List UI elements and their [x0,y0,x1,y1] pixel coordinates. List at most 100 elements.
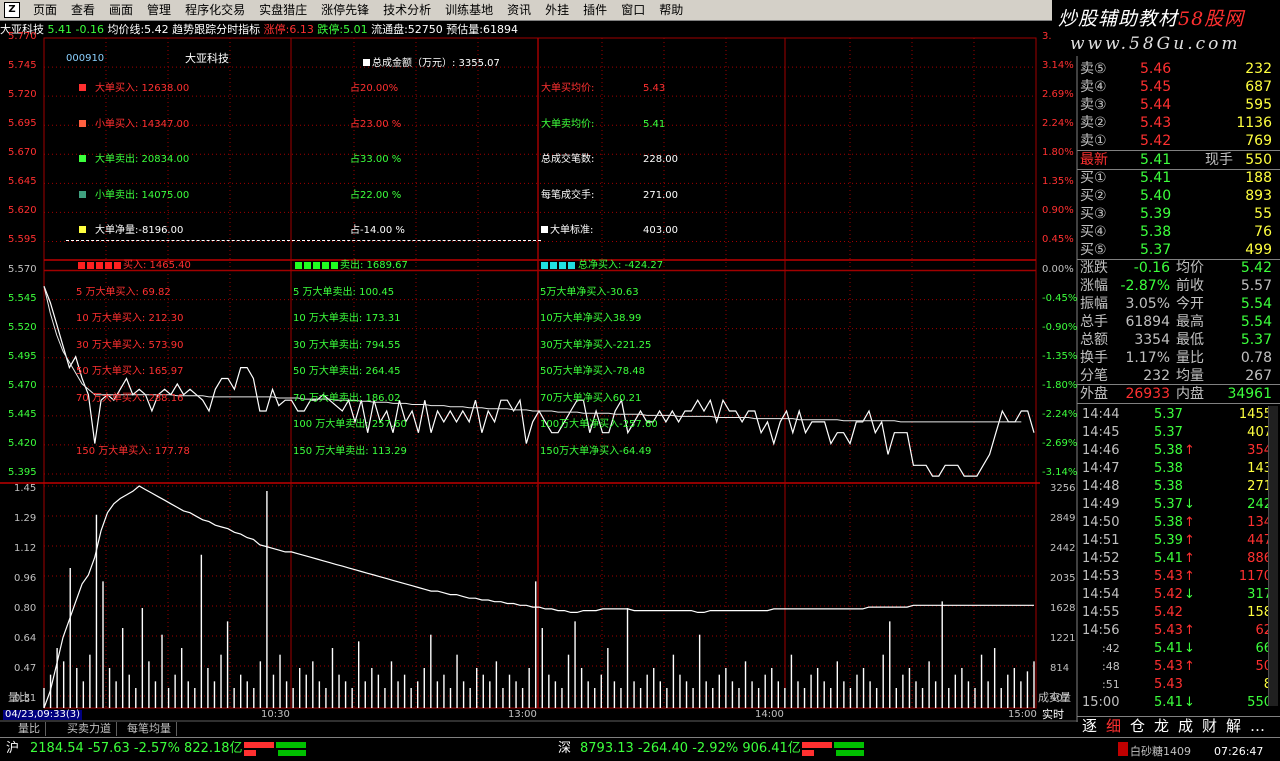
volume-tick: 2849 [1050,513,1076,524]
stat-value: 3.05% [1125,296,1170,312]
tick-price: 5.38 [1154,443,1183,458]
tick-time: 15:00 [1082,695,1120,710]
bid-row-price: 5.40 [1140,188,1172,204]
overlay-total-amount: 总成金额（万元）: 3355.07 [363,58,500,70]
quote-tab[interactable]: 细 [1106,718,1121,735]
big-sell-row: 70 万大单卖出: 186.02 [293,393,401,404]
tick-price: 5.37 [1154,407,1183,422]
pct-tick: 1.80% [1042,147,1074,159]
stat-label: 分笔 [1080,368,1108,384]
overlay-pct: 占33.00 % [350,154,402,165]
big-net-row: 5万大单净买入-30.63 [540,287,639,298]
tick-time: 14:49 [1082,497,1120,512]
tick-arrow: ↓ [1184,587,1195,602]
bid-row-label: 买④ [1080,224,1107,240]
stat-value: 1.17% [1125,350,1170,366]
sh-index-value[interactable]: 2184.54 -57.63 -2.57% 822.18亿 [30,741,243,757]
tick-arrow: ↑ [1184,551,1195,566]
tab-buy-sell-force[interactable]: 买卖力道 [62,722,117,736]
tab-volume-ratio[interactable]: 量比 [13,722,46,736]
stat-value: 61894 [1125,314,1170,330]
avg-price-line [43,286,1022,423]
bid-row-price: 5.38 [1140,224,1172,240]
overlay-pct: 占23.00 % [350,118,402,130]
ticker-scroll: 白砂糖1409 [1130,745,1191,758]
big-sell-row: 30 万大单卖出: 794.55 [293,340,401,351]
pct-tick: 2.24% [1042,118,1074,130]
last-vol-label: 现手 [1205,152,1233,168]
last-volume: 550 [1245,152,1272,168]
big-sell-row: 100 万大单卖出: 257.60 [293,419,407,430]
buy-total: 买入: 1465.40 [123,260,191,271]
quote-tab[interactable]: 逐 [1082,718,1097,735]
bid-row-label: 买③ [1080,206,1107,222]
ask-row-label: 卖② [1080,115,1107,131]
sz-index-value[interactable]: 8793.13 -264.40 -2.92% 906.41亿 [580,741,801,757]
quote-tab[interactable]: … [1250,718,1265,735]
quote-tab[interactable]: 仓 [1130,718,1145,735]
volume-tick: 1221 [1050,633,1076,644]
price-tick: 5.620 [8,205,37,217]
big-buy-row: 70 万大单买入: 288.16 [76,393,184,404]
price-tick: 5.420 [8,437,37,449]
overlay-separator [66,240,541,241]
stat-label2: 最高 [1176,314,1204,330]
big-sell-row: 5 万大单卖出: 100.45 [293,287,395,298]
ratio-tick: 1.29 [14,513,37,524]
sell-total: 卖出: 1689.67 [340,260,408,271]
last-price: 5.41 [1140,152,1172,168]
alert-icon[interactable] [1118,742,1128,756]
stat-label2: 均价 [1176,260,1204,276]
stat-value2: 5.54 [1240,314,1272,330]
big-buy-row: 50 万大单买入: 165.97 [76,366,184,377]
ask-row-volume: 232 [1245,61,1272,77]
stat-label2: 均量 [1176,368,1204,384]
legend-square [79,84,86,91]
tick-time: 14:54 [1082,587,1120,602]
stat-value2: 267 [1245,368,1272,384]
intraday-chart[interactable] [0,0,1078,722]
legend-square [79,226,86,233]
stat-label2: 最低 [1176,332,1204,348]
quote-tab[interactable]: 财 [1202,718,1217,735]
tick-time: 14:46 [1082,443,1120,458]
price-tick: 5.470 [8,379,37,391]
big-buy-row: 30 万大单买入: 573.90 [76,340,184,351]
overlay-right-value: 228.00 [643,154,678,165]
stat-value2: 5.54 [1240,296,1272,312]
quote-tab[interactable]: 解 [1226,718,1241,735]
tick-price: 5.39 [1154,533,1183,548]
tick-scrollbar[interactable] [1268,406,1278,706]
price-tick: 5.770 [8,31,37,42]
tab-avg-per-trade[interactable]: 每笔均量 [122,722,177,736]
price-tick: 5.570 [8,263,37,275]
tick-price: 5.38 [1154,479,1183,494]
overlay-right-value: 5.43 [643,83,666,94]
quote-tab[interactable]: 龙 [1154,718,1169,735]
pct-tick: -0.45% [1042,292,1078,304]
tick-time: 14:52 [1082,551,1120,566]
ratio-tick: 1.45 [14,483,37,494]
overlay-right-value: 271.00 [643,189,678,201]
inner-label: 内盘 [1176,386,1204,402]
tick-price: 5.38 [1154,515,1183,530]
ask-row-price: 5.42 [1140,133,1172,149]
legend-square [96,262,103,269]
quote-tab[interactable]: 成 [1178,718,1193,735]
big-buy-row: 5 万大单买入: 69.82 [76,287,171,298]
tick-price: 5.43 [1154,623,1183,638]
tick-time: 14:44 [1082,407,1120,422]
tick-price: 5.37 [1154,497,1183,512]
big-net-row: 10万大单净买入38.99 [540,313,642,324]
pct-tick: -1.80% [1042,379,1078,391]
bid-row-price: 5.39 [1140,206,1172,222]
legend-square [322,262,329,269]
tick-arrow: ↑ [1184,623,1195,638]
tick-arrow: ↓ [1184,695,1195,710]
ratio-tick: 0.80 [14,603,37,614]
ask-row-price: 5.45 [1140,79,1172,95]
time-tick-1300: 13:00 [508,709,537,720]
outer-label: 外盘 [1080,386,1108,402]
tick-arrow: ↑ [1184,515,1195,530]
realtime-label[interactable]: 实时 [1042,709,1064,720]
